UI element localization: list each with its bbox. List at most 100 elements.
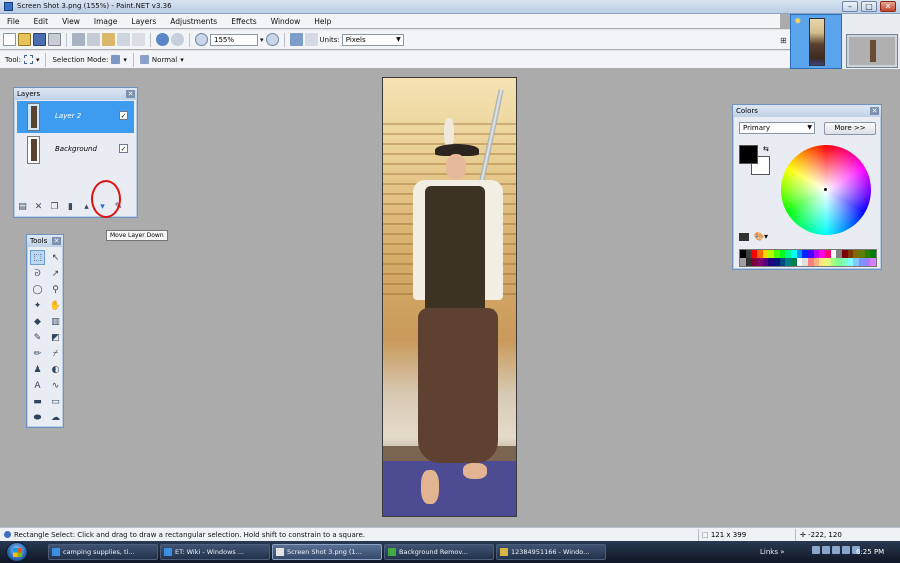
recolor-icon[interactable]: ◐ bbox=[48, 362, 63, 377]
reset-colors-icon[interactable] bbox=[739, 233, 749, 241]
chevron-down-icon[interactable]: ▾ bbox=[36, 56, 40, 64]
move-selected-pixels-icon[interactable]: ↖ bbox=[48, 250, 63, 265]
blend-mode-value[interactable]: Normal bbox=[152, 56, 177, 64]
cursor-position: ✛ -222, 120 bbox=[800, 531, 842, 539]
eraser-icon[interactable]: ◩ bbox=[48, 330, 63, 345]
ruler-icon[interactable] bbox=[304, 33, 318, 46]
redo-icon[interactable] bbox=[171, 33, 184, 46]
print-icon[interactable] bbox=[48, 33, 61, 46]
color-wheel[interactable] bbox=[781, 145, 871, 235]
cut-icon[interactable] bbox=[72, 33, 85, 46]
deselect-icon[interactable] bbox=[132, 33, 145, 46]
taskbar-item[interactable]: Background Remov... bbox=[384, 544, 494, 560]
ellipse-select-icon[interactable]: ◯ bbox=[30, 282, 45, 297]
rectangle-select-icon[interactable] bbox=[23, 55, 33, 64]
color-picker-icon[interactable]: ⌿ bbox=[48, 346, 63, 361]
chevron-down-icon[interactable]: ▾ bbox=[123, 56, 127, 64]
palette-swatch[interactable] bbox=[870, 250, 876, 258]
menu-effects[interactable]: Effects bbox=[224, 17, 264, 26]
freeform-shape-icon[interactable]: ☁ bbox=[48, 410, 63, 425]
palette-swatch[interactable] bbox=[870, 258, 876, 266]
color-mode-select[interactable]: Primary ▼ bbox=[739, 122, 815, 134]
move-layer-up-icon[interactable]: ▴ bbox=[81, 202, 92, 213]
primary-color-swatch[interactable] bbox=[739, 145, 758, 164]
pencil-icon[interactable]: ✏ bbox=[30, 346, 45, 361]
paste-icon[interactable] bbox=[102, 33, 115, 46]
maximize-button[interactable]: □ bbox=[861, 1, 877, 12]
copy-icon[interactable] bbox=[87, 33, 100, 46]
magic-wand-icon[interactable]: ✦ bbox=[30, 298, 45, 313]
chevron-down-icon[interactable]: ▾ bbox=[180, 56, 184, 64]
menu-help[interactable]: Help bbox=[307, 17, 338, 26]
palette-menu-icon[interactable]: 🎨▾ bbox=[754, 232, 768, 241]
pan-icon[interactable]: ✋ bbox=[48, 298, 63, 313]
paintbrush-icon[interactable]: ✎ bbox=[30, 330, 45, 345]
undo-icon[interactable] bbox=[156, 33, 169, 46]
antialiasing-icon[interactable] bbox=[139, 55, 149, 64]
layer-visibility-checkbox[interactable]: ✓ bbox=[119, 111, 128, 120]
text-icon[interactable]: A bbox=[30, 378, 45, 393]
zoom-field[interactable]: 155% bbox=[210, 33, 258, 46]
taskbar-item-active[interactable]: Screen Shot 3.png (1... bbox=[272, 544, 382, 560]
clock[interactable]: 6:25 PM bbox=[856, 544, 884, 560]
image-tab[interactable] bbox=[846, 34, 898, 68]
taskbar-item[interactable]: camping supplies, ti... bbox=[48, 544, 158, 560]
layer-item-background[interactable]: Background ✓ bbox=[17, 134, 134, 166]
line-curve-icon[interactable]: ∿ bbox=[48, 378, 63, 393]
open-file-icon[interactable] bbox=[18, 33, 31, 46]
new-file-icon[interactable] bbox=[3, 33, 16, 46]
layer-visibility-checkbox[interactable]: ✓ bbox=[119, 144, 128, 153]
layer-item-layer-2[interactable]: Layer 2 ✓ bbox=[17, 101, 134, 133]
delete-layer-icon[interactable]: ✕ bbox=[33, 202, 44, 213]
clone-stamp-icon[interactable]: ♟ bbox=[30, 362, 45, 377]
volume-icon[interactable] bbox=[832, 546, 840, 554]
menu-image[interactable]: Image bbox=[87, 17, 125, 26]
close-button[interactable]: ✕ bbox=[880, 1, 896, 12]
more-colors-button[interactable]: More >> bbox=[824, 122, 876, 135]
rectangle-icon[interactable]: ▬ bbox=[30, 394, 45, 409]
menu-adjustments[interactable]: Adjustments bbox=[163, 17, 224, 26]
pin-icon[interactable]: ⊞ bbox=[780, 36, 787, 45]
zoom-icon[interactable]: ⚲ bbox=[48, 282, 63, 297]
tray-icon[interactable] bbox=[842, 546, 850, 554]
toolbar-divider bbox=[150, 32, 151, 47]
move-selection-icon[interactable]: ↗ bbox=[48, 266, 63, 281]
swap-colors-icon[interactable]: ⇆ bbox=[763, 145, 769, 153]
zoom-out-icon[interactable] bbox=[195, 33, 208, 46]
start-button[interactable] bbox=[6, 542, 28, 562]
links-toolbar[interactable]: Links » bbox=[760, 544, 785, 560]
toolbar-divider bbox=[132, 52, 134, 67]
lasso-select-icon[interactable]: ᘐ bbox=[30, 266, 45, 281]
close-icon[interactable]: ✕ bbox=[870, 107, 879, 115]
menu-edit[interactable]: Edit bbox=[27, 17, 56, 26]
color-palette[interactable] bbox=[739, 249, 877, 267]
selection-mode-icon[interactable] bbox=[111, 55, 121, 64]
paint-bucket-icon[interactable]: ◆ bbox=[30, 314, 45, 329]
menu-window[interactable]: Window bbox=[264, 17, 308, 26]
close-icon[interactable]: ✕ bbox=[126, 90, 135, 98]
grid-icon[interactable] bbox=[289, 33, 303, 46]
taskbar-item[interactable]: ET: Wiki - Windows ... bbox=[160, 544, 270, 560]
image-tab-active[interactable]: ✸ bbox=[790, 14, 842, 69]
menu-file[interactable]: File bbox=[0, 17, 27, 26]
add-layer-icon[interactable]: ▤ bbox=[17, 202, 28, 213]
menu-view[interactable]: View bbox=[55, 17, 87, 26]
merge-layer-down-icon[interactable]: ▮ bbox=[65, 202, 76, 213]
taskbar-item[interactable]: 12384951166 - Windo... bbox=[496, 544, 606, 560]
menu-layers[interactable]: Layers bbox=[124, 17, 163, 26]
zoom-dropdown-icon[interactable]: ▾ bbox=[260, 36, 264, 44]
units-select[interactable]: Pixels ▼ bbox=[341, 33, 404, 46]
rectangle-select-icon[interactable]: ⬚ bbox=[30, 250, 45, 265]
network-icon[interactable] bbox=[822, 546, 830, 554]
duplicate-layer-icon[interactable]: ❐ bbox=[49, 202, 60, 213]
canvas-image[interactable] bbox=[382, 77, 517, 517]
minimize-button[interactable]: – bbox=[842, 1, 858, 12]
save-icon[interactable] bbox=[33, 33, 46, 46]
close-icon[interactable]: ✕ bbox=[52, 237, 61, 245]
tray-icon[interactable] bbox=[812, 546, 820, 554]
rounded-rectangle-icon[interactable]: ▭ bbox=[48, 394, 63, 409]
crop-to-selection-icon[interactable] bbox=[117, 33, 130, 46]
ellipse-icon[interactable]: ⬬ bbox=[30, 410, 45, 425]
gradient-icon[interactable]: ▥ bbox=[48, 314, 63, 329]
zoom-in-icon[interactable] bbox=[265, 33, 279, 46]
